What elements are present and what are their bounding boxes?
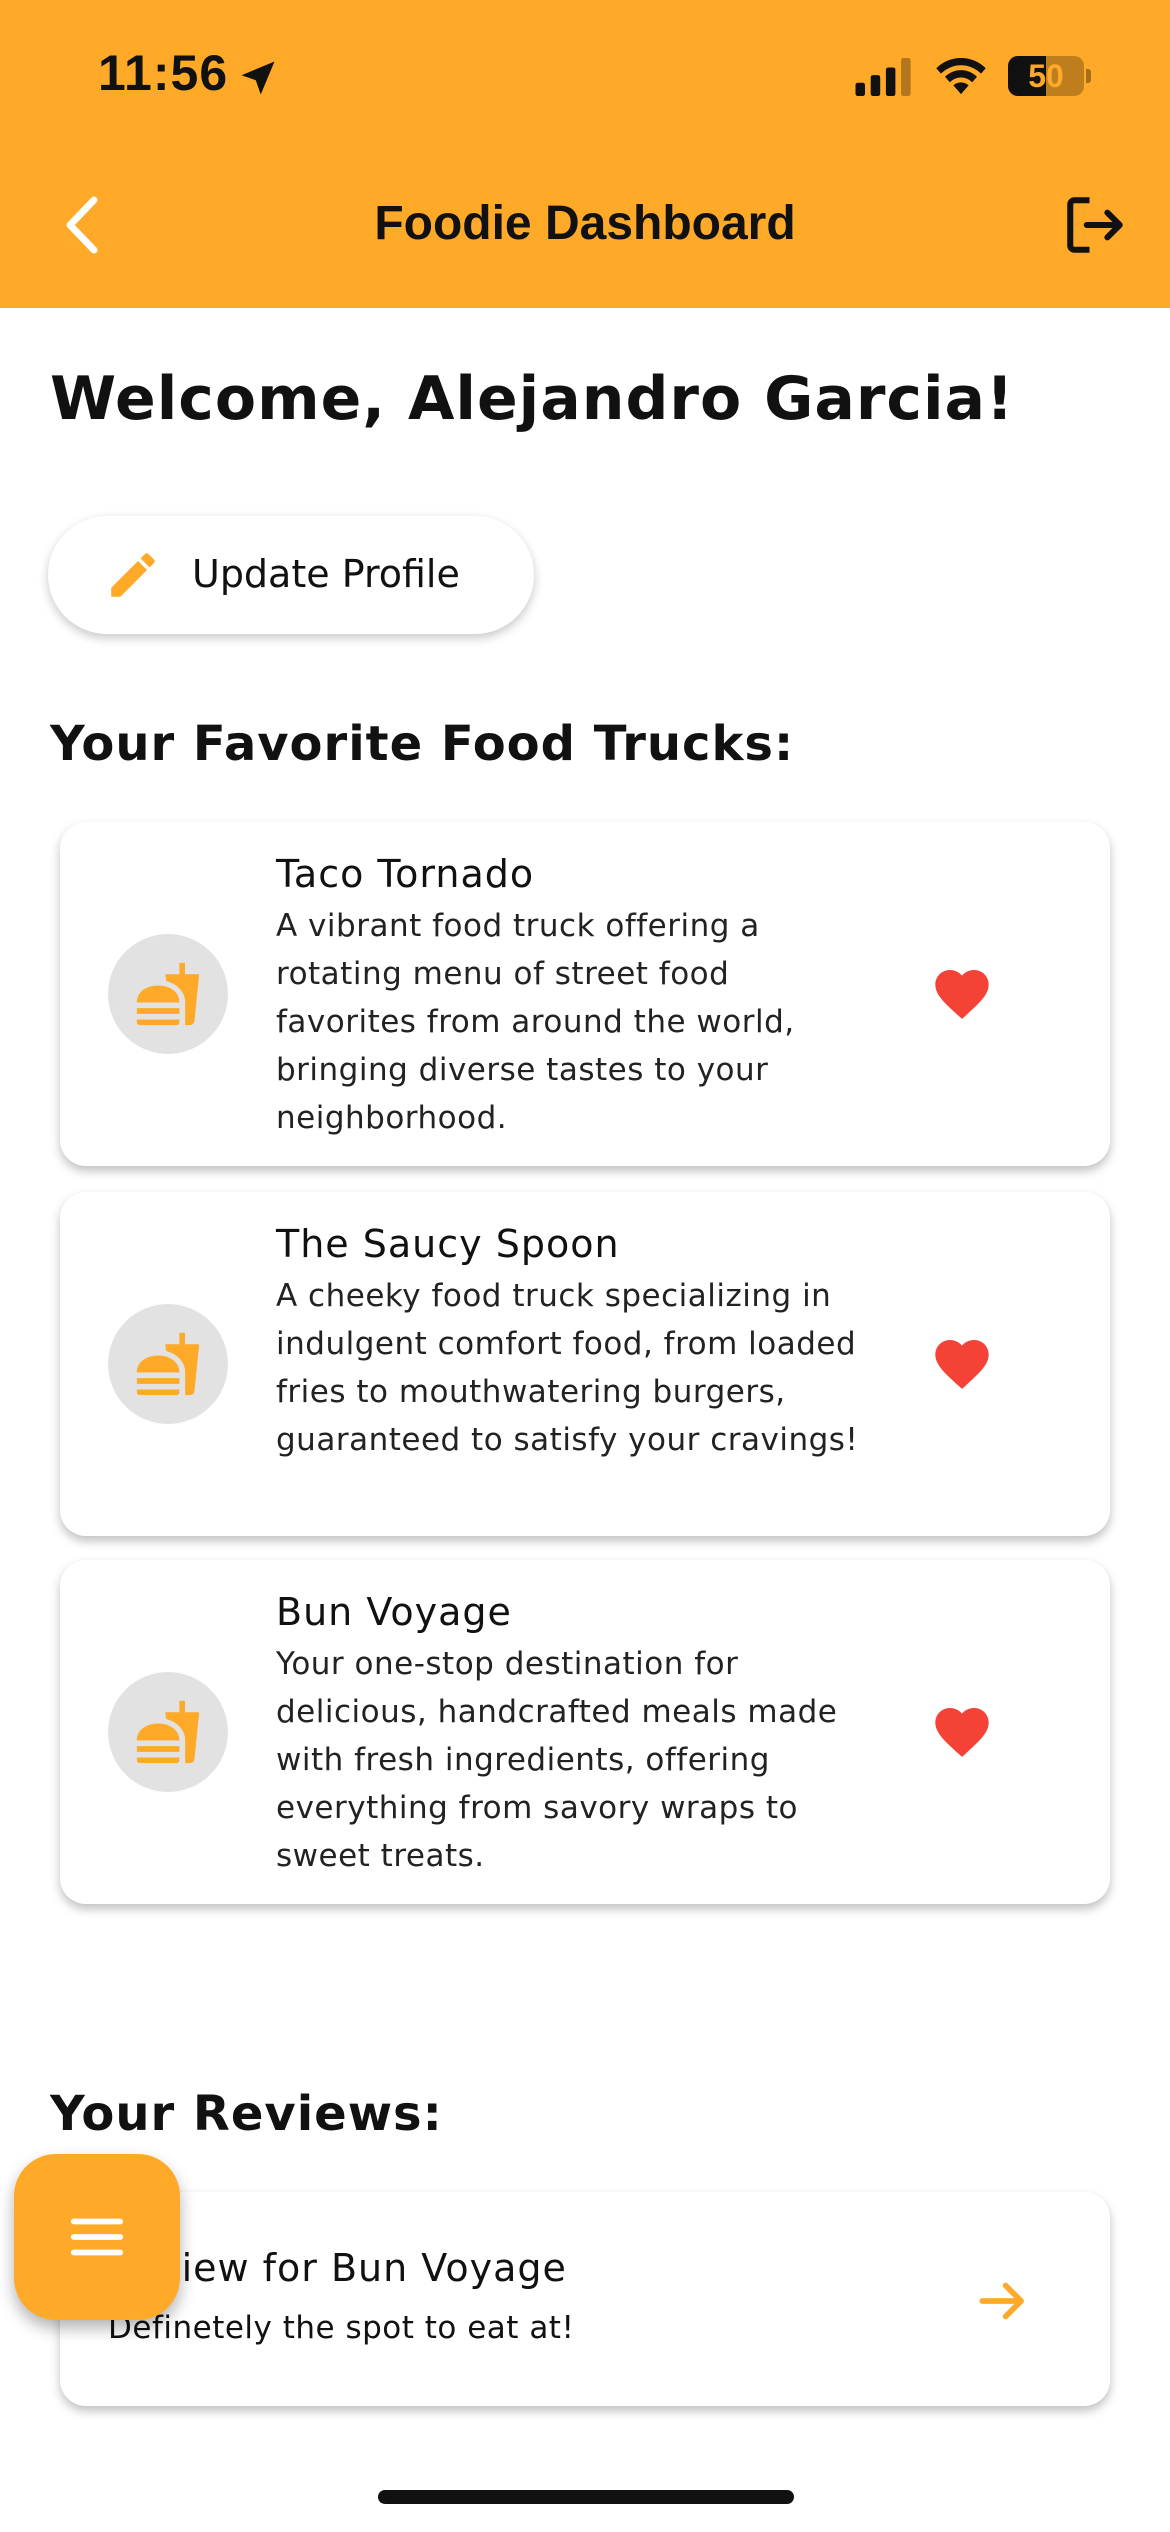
logout-icon[interactable] <box>1062 192 1128 258</box>
truck-name: Bun Voyage <box>276 1590 512 1634</box>
update-profile-button[interactable]: Update Profile <box>48 516 534 634</box>
location-arrow-icon <box>241 61 275 95</box>
truck-description: A vibrant food truck offering a rotating… <box>276 908 795 1136</box>
truck-avatar <box>108 1672 228 1792</box>
menu-icon <box>70 2218 124 2256</box>
status-time: 11:56 <box>98 45 229 101</box>
truck-name: Taco Tornado <box>276 852 535 896</box>
favorites-heading: Your Favorite Food Trucks: <box>50 716 795 772</box>
fastfood-icon <box>136 962 200 1026</box>
favorite-truck-card[interactable]: Taco Tornado A vibrant food truck offeri… <box>60 822 1110 1166</box>
truck-avatar <box>108 1304 228 1424</box>
battery-percent: 50 <box>1028 58 1064 94</box>
arrow-right-icon[interactable] <box>972 2270 1034 2332</box>
update-profile-label: Update Profile <box>192 552 460 596</box>
truck-description: Your one-stop destination for delicious,… <box>276 1646 838 1874</box>
review-card[interactable]: Review for Bun Voyage Definetely the spo… <box>60 2192 1110 2406</box>
cellular-signal-icon <box>855 58 911 96</box>
pencil-icon <box>111 553 155 597</box>
heart-icon[interactable] <box>930 1332 994 1396</box>
review-text: Definetely the spot to eat at! <box>108 2310 575 2346</box>
heart-icon[interactable] <box>930 962 994 1026</box>
page-title: Foodie Dashboard <box>374 197 796 250</box>
wifi-icon <box>936 57 986 95</box>
welcome-heading: Welcome, Alejandro Garcia! <box>50 364 1015 434</box>
home-indicator <box>378 2490 794 2504</box>
app-bar: 11:56 50 Foodie Dashboard <box>0 0 1170 308</box>
heart-icon[interactable] <box>930 1700 994 1764</box>
menu-fab-button[interactable] <box>14 2154 180 2320</box>
fastfood-icon <box>136 1332 200 1396</box>
truck-avatar <box>108 934 228 1054</box>
fastfood-icon <box>136 1700 200 1764</box>
truck-description: A cheeky food truck specializing in indu… <box>276 1278 859 1458</box>
battery-indicator: 50 <box>1008 56 1092 96</box>
favorite-truck-card[interactable]: Bun Voyage Your one-stop destination for… <box>60 1560 1110 1904</box>
favorite-truck-card[interactable]: The Saucy Spoon A cheeky food truck spec… <box>60 1192 1110 1536</box>
truck-name: The Saucy Spoon <box>276 1222 620 1266</box>
reviews-heading: Your Reviews: <box>50 2086 443 2142</box>
